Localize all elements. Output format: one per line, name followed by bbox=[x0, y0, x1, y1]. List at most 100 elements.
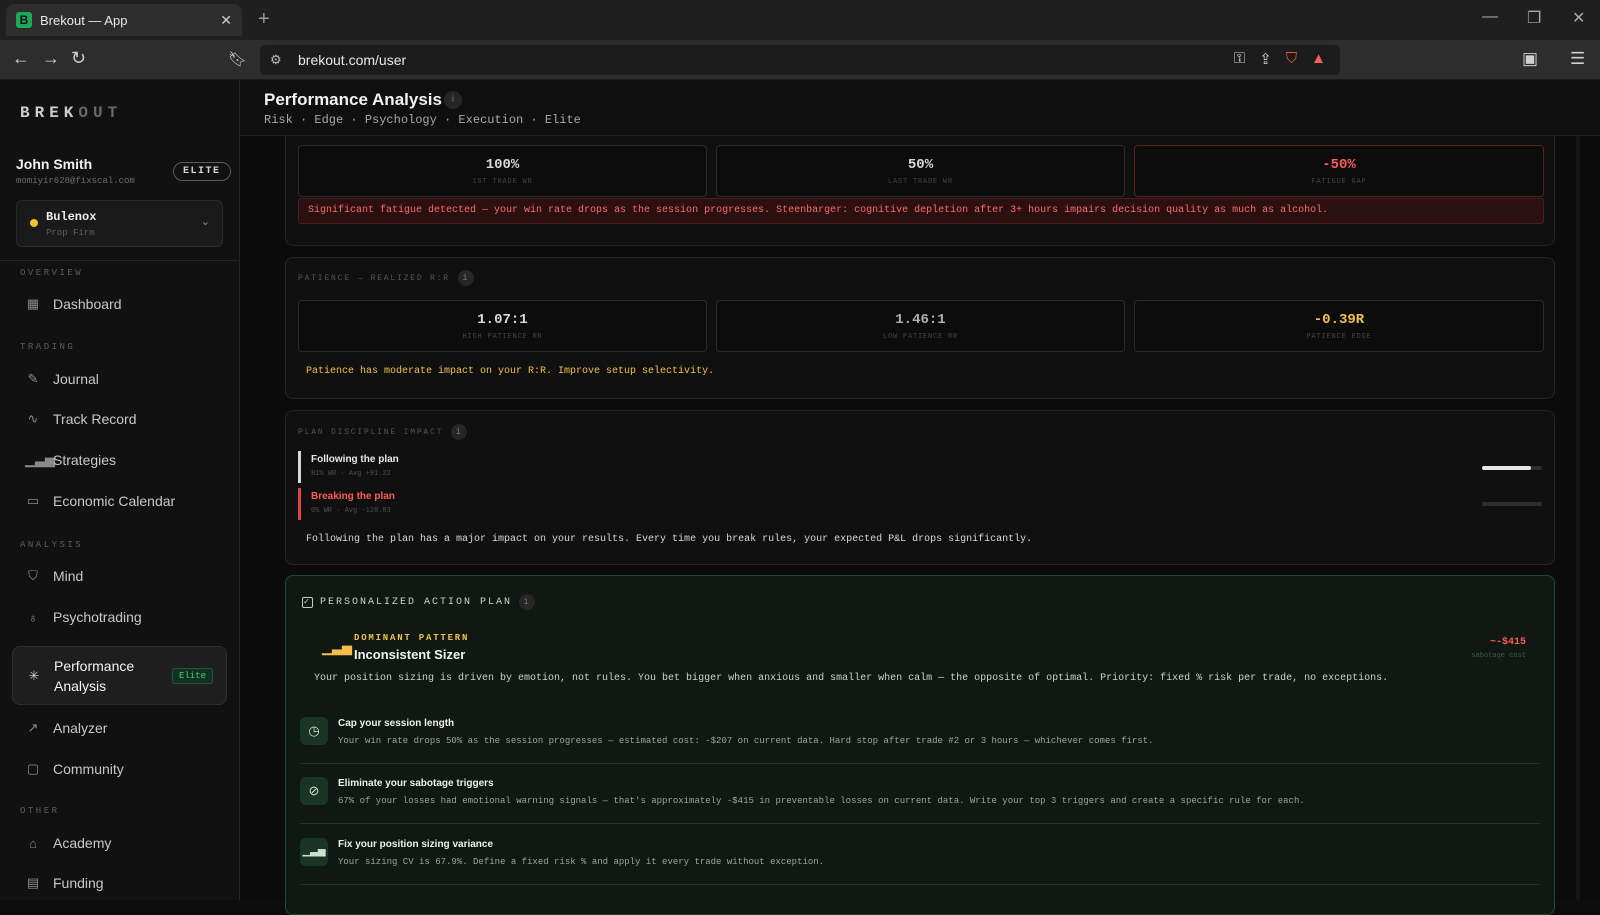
url-text: brekout.com/user bbox=[298, 52, 407, 68]
section-other: OTHER bbox=[20, 806, 60, 816]
patience-label: PATIENCE → REALIZED R:R bbox=[298, 273, 450, 283]
sidebar-item-track-record[interactable]: ∿ Track Record bbox=[12, 400, 227, 438]
stat-label: 1ST TRADE WR bbox=[472, 178, 533, 186]
sidebar-item-academy[interactable]: ⌂ Academy bbox=[12, 824, 227, 862]
sidebar-item-economic-calendar[interactable]: ▭ Economic Calendar bbox=[12, 482, 227, 520]
sidebar-item-label: Journal bbox=[53, 371, 99, 387]
info-icon[interactable]: i bbox=[451, 424, 468, 440]
sidebar-item-label: Strategies bbox=[53, 452, 117, 468]
bar-chart-icon: ▁▃▅ bbox=[322, 640, 352, 655]
close-window-icon[interactable]: ✕ bbox=[1572, 8, 1585, 28]
sidebar-item-funding[interactable]: ▤ Funding bbox=[12, 864, 227, 902]
action-step: ⊘ Eliminate your sabotage triggers 67% o… bbox=[300, 768, 1540, 824]
logo-text-dim: OUT bbox=[78, 104, 123, 122]
high-patience-rr-stat: 1.07:1 HIGH PATIENCE RR bbox=[298, 300, 707, 352]
menu-icon[interactable]: ☰ bbox=[1570, 49, 1585, 69]
action-step: ◷ Cap your session length Your win rate … bbox=[300, 708, 1540, 764]
back-icon[interactable]: ← bbox=[12, 48, 30, 69]
elite-tag: Elite bbox=[171, 668, 213, 684]
stat-label: PATIENCE EDGE bbox=[1306, 333, 1372, 341]
sidebar-item-label: Mind bbox=[53, 568, 84, 584]
ban-icon: ⊘ bbox=[300, 777, 328, 805]
bar-fill bbox=[1482, 466, 1531, 470]
low-patience-rr-stat: 1.46:1 LOW PATIENCE RR bbox=[716, 300, 1125, 352]
sidebar-item-mind[interactable]: ⛉ Mind bbox=[12, 557, 227, 595]
step-description: Your sizing CV is 67.9%. Define a fixed … bbox=[338, 857, 825, 867]
info-icon[interactable]: i bbox=[519, 594, 536, 610]
main-content: Performance Analysis i Risk · Edge · Psy… bbox=[240, 80, 1600, 915]
prop-firm-selector[interactable]: Bulenox Prop Firm ⌄ bbox=[16, 200, 223, 247]
trending-up-icon: ↗ bbox=[27, 720, 39, 735]
firm-status-dot bbox=[30, 219, 38, 227]
following-plan-bar bbox=[1482, 466, 1542, 470]
sidebar-item-label: Track Record bbox=[53, 411, 137, 427]
info-icon[interactable]: i bbox=[457, 270, 474, 286]
checkbox-icon: ✓ bbox=[302, 596, 313, 608]
sidebar-item-label: Performance Analysis bbox=[54, 657, 135, 694]
sidebar-toggle-icon[interactable]: ▣ bbox=[1522, 49, 1538, 69]
key-icon[interactable]: ⚿ bbox=[1234, 50, 1245, 68]
forward-icon[interactable]: → bbox=[42, 48, 60, 69]
brave-shield-icon[interactable]: ⛉ bbox=[1286, 50, 1297, 68]
sidebar-item-label: Academy bbox=[53, 835, 112, 851]
browser-tab[interactable]: B Brekout — App ✕ bbox=[6, 4, 242, 36]
sidebar-item-dashboard[interactable]: ▦ Dashboard bbox=[12, 285, 227, 323]
site-settings-icon[interactable]: ⚙ bbox=[270, 52, 282, 68]
row-subtitle: 81% WR · Avg +91.22 bbox=[311, 470, 391, 478]
discipline-note: Following the plan has a major impact on… bbox=[306, 534, 1033, 545]
rewards-icon[interactable]: ▲ bbox=[1311, 50, 1326, 68]
page-header: Performance Analysis i Risk · Edge · Psy… bbox=[240, 80, 1600, 136]
last-trade-wr-stat: 50% LAST TRADE WR bbox=[716, 145, 1125, 197]
bookmark-icon[interactable]: 🔖︎ bbox=[228, 50, 247, 68]
sidebar-item-journal[interactable]: ✎ Journal bbox=[12, 360, 227, 398]
sidebar-divider bbox=[0, 260, 240, 261]
stat-label: LAST TRADE WR bbox=[887, 178, 953, 186]
step-description: Your win rate drops 50% as the session p… bbox=[338, 736, 1154, 746]
stat-value: -0.39R bbox=[1313, 312, 1365, 328]
following-plan-row: Following the plan 81% WR · Avg +91.22 bbox=[298, 451, 399, 483]
stat-label: LOW PATIENCE RR bbox=[882, 333, 958, 341]
step-title: Eliminate your sabotage triggers bbox=[338, 778, 494, 789]
info-icon[interactable]: i bbox=[444, 91, 462, 109]
sidebar-item-analyzer[interactable]: ↗ Analyzer bbox=[12, 709, 227, 747]
action-step: ▁▃▅ Fix your position sizing variance Yo… bbox=[300, 829, 1540, 885]
restore-icon[interactable]: ❐ bbox=[1527, 8, 1541, 28]
patience-panel: PATIENCE → REALIZED R:R i 1.07:1 HIGH PA… bbox=[285, 257, 1555, 399]
graduation-cap-icon: ⌂ bbox=[29, 835, 37, 851]
step-description: 67% of your losses had emotional warning… bbox=[338, 796, 1305, 806]
sabotage-cost-label: sabotage cost bbox=[1471, 652, 1526, 660]
scrollbar[interactable] bbox=[1576, 136, 1580, 900]
sidebar-item-label: Dashboard bbox=[53, 296, 122, 312]
breaking-plan-bar bbox=[1482, 502, 1542, 506]
sidebar: BREKOUT John Smith momiyir628@fixscal.co… bbox=[0, 80, 240, 900]
sidebar-item-strategies[interactable]: ▁▃▅ Strategies bbox=[12, 441, 227, 479]
minimize-icon[interactable]: — bbox=[1482, 8, 1498, 26]
logo-text: BREK bbox=[20, 104, 79, 122]
sidebar-item-community[interactable]: ▢ Community bbox=[12, 750, 227, 788]
dominant-pattern-label: DOMINANT PATTERN bbox=[354, 633, 470, 643]
plan-badge: ELITE bbox=[173, 162, 231, 181]
share-icon[interactable]: ⇪ bbox=[1259, 50, 1272, 68]
panel-label: PATIENCE → REALIZED R:R i bbox=[298, 270, 474, 286]
shield-icon: ⛉ bbox=[28, 568, 38, 583]
lightbulb-icon: ♁ bbox=[28, 609, 38, 625]
new-tab-icon[interactable]: + bbox=[258, 8, 270, 31]
calendar-icon: ▭ bbox=[26, 493, 40, 508]
dominant-pattern-name: Inconsistent Sizer bbox=[354, 647, 466, 662]
signal-bars-icon: ▁▃▅ bbox=[25, 452, 55, 467]
browser-toolbar: ← → ↻ 🔖︎ ⚙ brekout.com/user ⚿ ⇪ ⛉ ▲ ▣ ☰ bbox=[0, 40, 1600, 80]
close-tab-icon[interactable]: ✕ bbox=[220, 12, 232, 29]
reload-icon[interactable]: ↻ bbox=[71, 48, 86, 69]
sidebar-item-performance-analysis[interactable]: ✳ Performance Analysis Elite bbox=[12, 646, 227, 705]
sidebar-item-label: Psychotrading bbox=[53, 609, 142, 625]
user-email: momiyir628@fixscal.com bbox=[16, 176, 135, 186]
briefcase-icon: ▤ bbox=[26, 875, 40, 890]
row-title: Breaking the plan bbox=[311, 491, 395, 502]
section-analysis: ANALYSIS bbox=[20, 540, 84, 550]
brekout-logo[interactable]: BREKOUT bbox=[20, 104, 122, 122]
address-bar[interactable]: ⚙ brekout.com/user ⚿ ⇪ ⛉ ▲ bbox=[260, 45, 1340, 75]
patience-note: Patience has moderate impact on your R:R… bbox=[306, 366, 715, 377]
discipline-label: PLAN DISCIPLINE IMPACT bbox=[298, 427, 444, 437]
action-plan-panel: ✓ PERSONALIZED ACTION PLAN i ▁▃▅ DOMINAN… bbox=[285, 575, 1555, 915]
sidebar-item-psychotrading[interactable]: ♁ Psychotrading bbox=[12, 598, 227, 636]
